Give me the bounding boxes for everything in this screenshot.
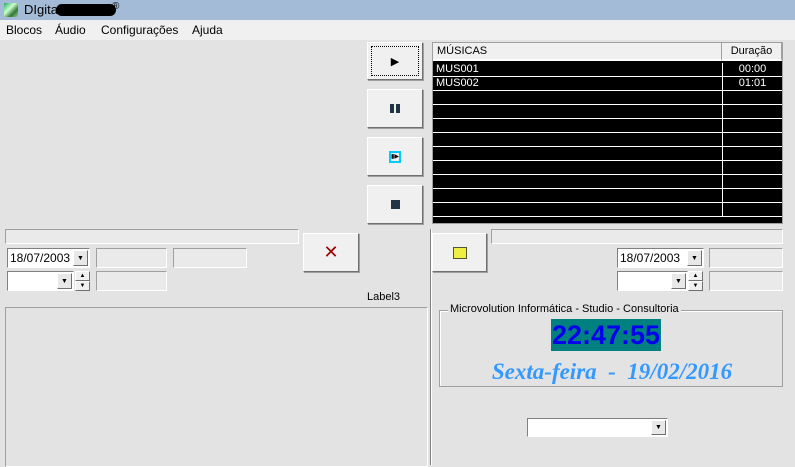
table-row[interactable] bbox=[433, 175, 782, 189]
date-text: Sexta-feira - 19/02/2016 bbox=[491, 359, 733, 384]
cell-duracao bbox=[722, 147, 782, 161]
left-field-1[interactable] bbox=[96, 248, 167, 268]
chevron-down-icon[interactable]: ▼ bbox=[57, 273, 72, 289]
left-field-3[interactable] bbox=[96, 271, 167, 291]
cell-duracao bbox=[722, 133, 782, 147]
chevron-down-icon[interactable]: ▼ bbox=[73, 250, 88, 266]
cell-duracao bbox=[722, 189, 782, 203]
step-button[interactable]: ▮▶ bbox=[367, 137, 423, 176]
open-folder-button[interactable] bbox=[432, 233, 487, 272]
menu-configuracoes[interactable]: Configurações bbox=[101, 23, 178, 37]
right-field-2[interactable] bbox=[709, 271, 783, 291]
spin-down-icon[interactable]: ▼ bbox=[688, 281, 703, 291]
title-bar: DIgital ® bbox=[0, 0, 795, 20]
right-spinner[interactable]: ▲ ▼ bbox=[688, 271, 703, 291]
cell-musica: MUS002 bbox=[436, 77, 479, 89]
step-icon: ▮▶ bbox=[389, 150, 401, 163]
table-row[interactable] bbox=[433, 133, 782, 147]
left-progress-bar bbox=[5, 229, 299, 244]
column-header-duracao[interactable]: Duração bbox=[722, 43, 782, 61]
spin-up-icon[interactable]: ▲ bbox=[688, 271, 703, 281]
registered-mark: ® bbox=[112, 1, 120, 12]
cell-duracao bbox=[722, 91, 782, 105]
cell-duracao bbox=[722, 119, 782, 133]
cell-duracao bbox=[722, 161, 782, 175]
cell-musica: MUS001 bbox=[436, 63, 479, 75]
clock: 22:47:55 bbox=[551, 319, 661, 351]
stop-button[interactable] bbox=[367, 185, 423, 224]
left-date-value: 18/07/2003 bbox=[10, 251, 71, 265]
bottom-select[interactable]: ▼ bbox=[527, 418, 668, 437]
table-row[interactable] bbox=[433, 203, 782, 217]
chevron-down-icon[interactable]: ▼ bbox=[671, 273, 686, 289]
chevron-down-icon[interactable]: ▼ bbox=[687, 250, 702, 266]
label3: Label3 bbox=[367, 291, 401, 303]
right-date-value: 18/07/2003 bbox=[620, 251, 681, 265]
playlist-grid[interactable]: MÚSICAS Duração MUS001 00:00 MUS002 01:01 bbox=[432, 42, 783, 224]
play-button[interactable]: ▶ bbox=[367, 42, 423, 80]
menu-bar: Blocos Áudio Configurações Ajuda bbox=[0, 20, 795, 40]
left-panel bbox=[5, 307, 428, 467]
pause-icon bbox=[390, 104, 400, 113]
table-row[interactable] bbox=[433, 189, 782, 203]
cell-duracao: 00:00 bbox=[722, 63, 782, 77]
close-icon: ✕ bbox=[323, 242, 339, 262]
right-field-1[interactable] bbox=[709, 248, 783, 268]
right-select[interactable]: ▼ bbox=[617, 271, 688, 291]
spin-down-icon[interactable]: ▼ bbox=[75, 281, 90, 291]
cell-duracao: 01:01 bbox=[722, 77, 782, 91]
pause-button[interactable] bbox=[367, 89, 423, 128]
delete-button[interactable]: ✕ bbox=[303, 233, 359, 272]
spin-up-icon[interactable]: ▲ bbox=[75, 271, 90, 281]
chevron-down-icon[interactable]: ▼ bbox=[651, 420, 666, 435]
table-row[interactable] bbox=[433, 119, 782, 133]
left-field-2[interactable] bbox=[173, 248, 247, 268]
menu-audio[interactable]: Áudio bbox=[55, 23, 86, 37]
table-row[interactable] bbox=[433, 147, 782, 161]
cell-duracao bbox=[722, 105, 782, 119]
info-group-title: Microvolution Informática - Studio - Con… bbox=[448, 303, 681, 315]
table-row[interactable] bbox=[433, 91, 782, 105]
table-row[interactable] bbox=[433, 105, 782, 119]
cell-duracao bbox=[722, 175, 782, 189]
table-row[interactable] bbox=[433, 161, 782, 175]
cell-duracao bbox=[722, 203, 782, 217]
app-icon bbox=[4, 3, 18, 17]
info-group: Microvolution Informática - Studio - Con… bbox=[439, 303, 783, 387]
left-date-picker[interactable]: 18/07/2003 ▼ bbox=[7, 248, 90, 268]
column-header-musicas[interactable]: MÚSICAS bbox=[433, 43, 722, 61]
menu-ajuda[interactable]: Ajuda bbox=[192, 23, 223, 37]
right-progress-bar bbox=[491, 229, 783, 244]
redacted-title-text bbox=[56, 4, 116, 16]
right-date-picker[interactable]: 18/07/2003 ▼ bbox=[617, 248, 704, 268]
menu-blocos[interactable]: Blocos bbox=[6, 23, 42, 37]
stop-icon bbox=[390, 200, 400, 209]
folder-icon bbox=[452, 246, 467, 259]
play-icon: ▶ bbox=[390, 55, 400, 68]
left-spinner[interactable]: ▲ ▼ bbox=[75, 271, 90, 291]
left-select[interactable]: ▼ bbox=[7, 271, 74, 291]
table-row[interactable]: MUS001 00:00 bbox=[433, 63, 782, 77]
table-row[interactable]: MUS002 01:01 bbox=[433, 77, 782, 91]
